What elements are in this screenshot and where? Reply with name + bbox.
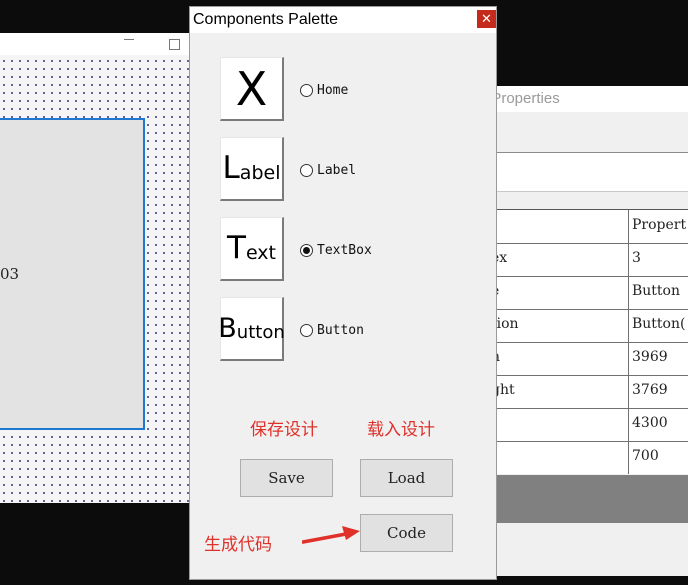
tool-glyph: T: [227, 230, 246, 266]
annotation-generate-code: 生成代码: [204, 535, 272, 554]
radio-button[interactable]: Button: [300, 321, 364, 339]
arrow-icon: [302, 526, 360, 544]
radio-textbox[interactable]: TextBox: [300, 241, 372, 259]
radio-home[interactable]: Home: [300, 81, 348, 99]
table-row[interactable]: 4300: [497, 408, 688, 442]
tool-glyph-rest: utton: [236, 321, 285, 343]
designer-titlebar: [0, 33, 190, 55]
designer-window: 03: [0, 33, 191, 503]
radio-circle[interactable]: [300, 323, 313, 337]
tool-glyph: L: [222, 150, 240, 186]
tool-button-label[interactable]: Label: [220, 137, 284, 201]
row-value: Button: [632, 283, 681, 299]
properties-footer: [497, 475, 688, 523]
properties-table: Propert ex 3 e Button tion Button( h 396…: [497, 209, 688, 474]
radio-label: Label: [317, 162, 357, 178]
tool-glyph-rest: ext: [245, 241, 276, 264]
radio-circle[interactable]: [300, 163, 313, 177]
table-row[interactable]: e Button: [497, 276, 688, 310]
row-key: h: [497, 349, 500, 365]
tool-glyph: B: [218, 313, 237, 344]
tool-button-textbox[interactable]: Text: [220, 217, 284, 281]
row-key: tion: [497, 316, 519, 332]
code-button[interactable]: Code: [360, 514, 453, 552]
properties-input[interactable]: [497, 152, 688, 192]
radio-circle-selected[interactable]: [300, 243, 313, 257]
row-key: e: [497, 283, 499, 299]
properties-window: t Properties Propert ex 3 e Button tion …: [483, 86, 688, 576]
tool-glyph-rest: abel: [239, 161, 281, 184]
row-key: ght: [497, 382, 515, 398]
table-row[interactable]: 700: [497, 441, 688, 474]
tool-button-button[interactable]: Button: [218, 297, 285, 361]
annotation-save-design: 保存设计: [250, 420, 318, 439]
row-value: 3969: [632, 349, 668, 365]
radio-label: Button: [317, 322, 364, 338]
annotation-load-design: 载入设计: [367, 420, 435, 439]
table-row[interactable]: tion Button(: [497, 309, 688, 343]
components-palette-window: Components Palette ✕ X Home Label Label …: [189, 6, 497, 580]
row-value: Button(: [632, 316, 686, 332]
row-value: 3: [632, 250, 641, 266]
header-property: Propert: [632, 217, 687, 233]
radio-label-option[interactable]: Label: [300, 161, 356, 179]
tool-button-home[interactable]: X: [220, 57, 284, 121]
row-value: 700: [632, 448, 659, 464]
table-row[interactable]: ex 3: [497, 243, 688, 277]
tool-glyph: X: [235, 61, 268, 116]
radio-label: Home: [317, 82, 349, 98]
minimize-icon[interactable]: [124, 39, 134, 40]
radio-label: TextBox: [317, 242, 372, 258]
table-row[interactable]: ght 3769: [497, 375, 688, 409]
row-value: 4300: [632, 415, 668, 431]
palette-titlebar: Components Palette ✕: [190, 7, 496, 33]
properties-titlebar: t Properties: [483, 86, 688, 112]
maximize-icon[interactable]: [169, 39, 180, 50]
row-value: 3769: [632, 382, 668, 398]
save-button[interactable]: Save: [240, 459, 333, 497]
palette-title: Components Palette: [193, 11, 338, 28]
table-header-row: Propert: [497, 210, 688, 244]
table-row[interactable]: h 3969: [497, 342, 688, 376]
close-icon[interactable]: ✕: [477, 10, 496, 28]
radio-circle[interactable]: [300, 83, 313, 97]
row-key: ex: [497, 250, 508, 266]
selected-control-panel[interactable]: 03: [0, 118, 145, 430]
panel-caption: 03: [0, 265, 20, 283]
load-button[interactable]: Load: [360, 459, 453, 497]
